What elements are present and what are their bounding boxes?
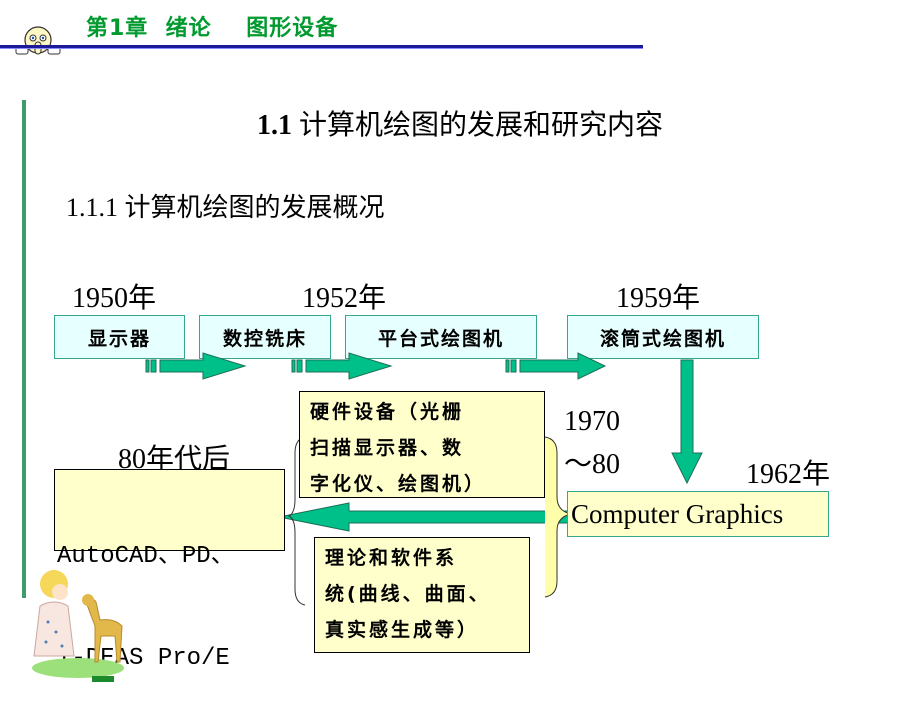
hardware-line: 字化仪、绘图机） bbox=[310, 473, 487, 495]
software-line: 真实感生成等） bbox=[325, 619, 480, 641]
arrow-right-3 bbox=[505, 352, 607, 380]
products-box: AutoCAD、PD、 I-DEAS Pro/E bbox=[54, 469, 285, 672]
hardware-line: 硬件设备（光栅 bbox=[310, 401, 465, 423]
hardware-box: 硬件设备（光栅 扫描显示器、数 字化仪、绘图机） bbox=[299, 391, 545, 498]
arrow-left bbox=[278, 502, 569, 532]
girl-and-deer-illustration bbox=[26, 562, 130, 686]
arrow-down bbox=[671, 359, 703, 485]
software-line: 理论和软件系 bbox=[325, 547, 458, 569]
arrow-right-2 bbox=[291, 352, 393, 380]
computer-graphics-box: Computer Graphics bbox=[567, 491, 829, 537]
software-line: 统(曲线、曲面、 bbox=[325, 583, 491, 605]
arrow-right-1 bbox=[145, 352, 247, 380]
software-box: 理论和软件系 统(曲线、曲面、 真实感生成等） bbox=[314, 537, 530, 653]
hardware-line: 扫描显示器、数 bbox=[310, 437, 465, 459]
